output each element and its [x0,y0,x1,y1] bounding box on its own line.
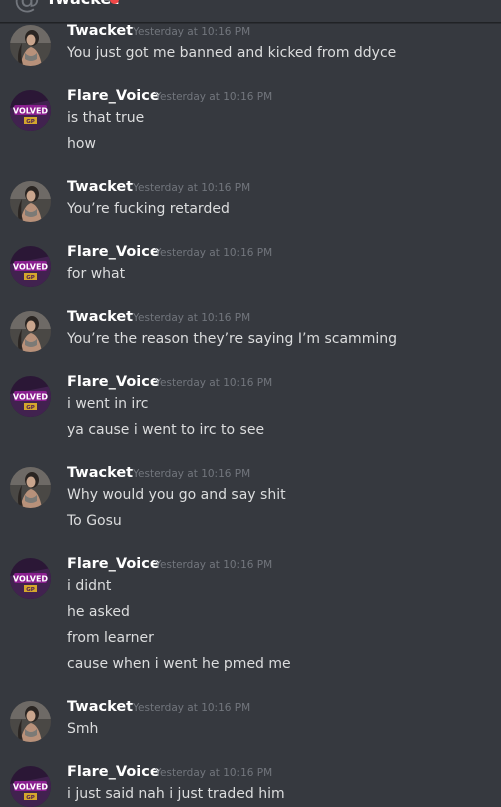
avatar-logo-text: VOLVED [13,575,49,584]
twacket-avatar[interactable] [10,181,51,222]
message-author[interactable]: Flare_Voice [67,88,160,104]
message-author[interactable]: Flare_Voice [67,764,160,780]
message-author[interactable]: Twacket [67,23,133,39]
avatar-logo-text: VOLVED [13,393,49,402]
message-timestamp: Yesterday at 10:16 PM [133,702,251,714]
message-text: Smh [67,721,99,737]
message-timestamp: Yesterday at 10:16 PM [133,468,251,480]
message-text: ya cause i went to irc to see [67,422,265,438]
avatar-logo-text: VOLVED [13,107,49,116]
flare-avatar[interactable]: VOLVED GP [10,246,51,287]
flare-avatar[interactable]: VOLVED GP [10,766,51,807]
message-text: i went in irc [67,396,149,412]
avatar-logo-subtext: GP [26,119,35,125]
channel-name[interactable]: Twacket [46,0,119,9]
message-text: You just got me banned and kicked from d… [67,45,397,61]
message-timestamp: Yesterday at 10:16 PM [133,312,251,324]
message-text: i just said nah i just traded him [67,786,285,802]
avatar-logo-text: VOLVED [13,783,49,792]
avatar-logo-subtext: GP [26,587,35,593]
message-timestamp: Yesterday at 10:16 PM [155,377,273,389]
message-text: To Gosu [67,513,122,529]
message-text: You’re fucking retarded [67,201,230,217]
flare-avatar[interactable]: VOLVED GP [10,376,51,417]
message-text: for what [67,266,126,282]
message-timestamp: Yesterday at 10:16 PM [155,559,273,571]
message-timestamp: Yesterday at 10:16 PM [155,247,273,259]
message-text: how [67,136,96,152]
message-author[interactable]: Flare_Voice [67,374,160,390]
twacket-avatar[interactable] [10,25,51,66]
message-author[interactable]: Flare_Voice [67,556,160,572]
twacket-avatar[interactable] [10,311,51,352]
at-icon: @ [14,0,40,15]
avatar-logo-text: VOLVED [13,263,49,272]
twacket-avatar[interactable] [10,467,51,508]
message-timestamp: Yesterday at 10:16 PM [155,767,273,779]
avatar-logo-subtext: GP [26,405,35,411]
flare-avatar[interactable]: VOLVED GP [10,558,51,599]
message-author[interactable]: Twacket [67,309,133,325]
avatar-logo-subtext: GP [26,795,35,801]
message-text: Why would you go and say shit [67,487,286,503]
message-text: cause when i went he pmed me [67,656,291,672]
message-text: from learner [67,630,154,646]
message-author[interactable]: Twacket [67,465,133,481]
twacket-avatar[interactable] [10,701,51,742]
flare-avatar[interactable]: VOLVED GP [10,90,51,131]
message-author[interactable]: Twacket [67,699,133,715]
message-timestamp: Yesterday at 10:16 PM [155,91,273,103]
message-text: i didnt [67,578,112,594]
message-timestamp: Yesterday at 10:16 PM [133,182,251,194]
message-author[interactable]: Flare_Voice [67,244,160,260]
message-author[interactable]: Twacket [67,179,133,195]
message-text: he asked [67,604,130,620]
avatar-logo-subtext: GP [26,275,35,281]
message-timestamp: Yesterday at 10:16 PM [133,26,251,38]
message-text: You’re the reason they’re saying I’m sca… [67,331,397,347]
message-text: is that true [67,110,145,126]
channel-header: @ Twacket [0,0,501,23]
